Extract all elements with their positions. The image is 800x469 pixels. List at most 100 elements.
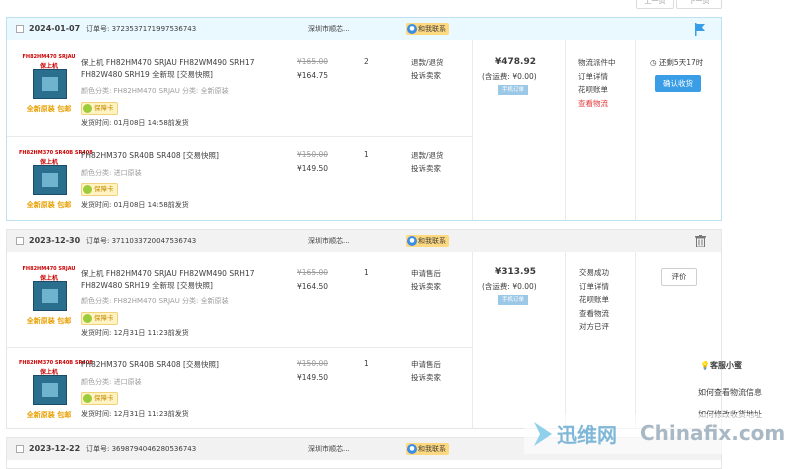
product-image[interactable]: FH82HM470 SRJAU 保上机 全新原装 包邮: [19, 54, 79, 116]
faq-link[interactable]: 如何查看物流信息: [698, 387, 762, 398]
original-price: ¥165.00: [297, 57, 329, 66]
order-status: 交易成功 订单详情 花呗账单 查看物流 对方已评: [579, 266, 609, 334]
complain-link[interactable]: 投诉卖家: [411, 371, 441, 384]
product-spec: 颜色分类: FH82HM470 SRJAU 分类: 全新原装: [81, 297, 229, 305]
order-status: 物流派件中 订单详情 花呗账单 查看物流: [578, 56, 616, 110]
quantity: 1: [364, 359, 369, 368]
clock-icon: ◷: [650, 58, 657, 67]
next-page-button[interactable]: 下一页: [676, 0, 722, 9]
huabei-bill-link[interactable]: 花呗账单: [578, 83, 616, 97]
order-checkbox[interactable]: [16, 25, 24, 33]
order-number: 订单号: 3698794046280536743: [86, 445, 197, 453]
shop-name-link[interactable]: 深圳市顺芯...: [308, 438, 350, 460]
customer-service-button[interactable]: 💡客服小蜜: [700, 360, 742, 371]
refund-link[interactable]: 退款/退货: [411, 149, 444, 162]
unit-price: ¥149.50: [297, 164, 329, 173]
unit-price: ¥164.75: [297, 71, 329, 80]
chat-icon: ●: [407, 236, 417, 246]
item-actions: 申请售后 投诉卖家: [411, 267, 441, 293]
product-spec: 颜色分类: 进口原装: [81, 169, 142, 177]
seller-reviewed-text: 对方已评: [579, 322, 609, 331]
prev-page-button[interactable]: 上一页: [636, 0, 674, 9]
divider: [565, 252, 566, 428]
order-detail-link[interactable]: 订单详情: [579, 280, 609, 294]
after-sale-link[interactable]: 申请售后: [411, 358, 441, 371]
order-detail-link[interactable]: 订单详情: [578, 70, 616, 84]
mobile-order-tag: 手机订单: [498, 85, 528, 95]
contact-seller-button[interactable]: ● 和我联系: [406, 235, 449, 247]
refund-link[interactable]: 退款/退货: [411, 56, 444, 69]
order-card: 2023-12-30 订单号: 3711033720047536743 深圳市顺…: [6, 229, 722, 429]
product-image[interactable]: FH82HM470 SRJAU 保上机 全新原装 包邮: [19, 266, 79, 328]
guarantee-icon: [83, 185, 92, 194]
shop-name-link[interactable]: 深圳市顺芯...: [308, 230, 350, 252]
complain-link[interactable]: 投诉卖家: [411, 162, 444, 175]
item-actions: 退款/退货 投诉卖家: [411, 149, 444, 175]
status-text: 交易成功: [579, 268, 609, 277]
item-actions: 退款/退货 投诉卖家: [411, 56, 444, 82]
view-logistics-link[interactable]: 查看物流: [578, 97, 616, 111]
quantity: 2: [364, 57, 369, 66]
huabei-bill-link[interactable]: 花呗账单: [579, 293, 609, 307]
guarantee-badge[interactable]: 保障卡: [81, 392, 118, 405]
divider: [635, 252, 636, 428]
unit-price: ¥149.50: [297, 373, 329, 382]
trash-icon[interactable]: [695, 235, 706, 247]
product-title-link[interactable]: 保上机 FH82HM470 SRJAU FH82WM490 SRH17 FH82…: [81, 57, 286, 81]
watermark-logo-icon: [534, 422, 552, 446]
divider: [7, 347, 472, 348]
product-image[interactable]: FH82HM370 SR40B SR408 保上机 全新原装 包邮: [19, 360, 93, 422]
after-sale-link[interactable]: 申请售后: [411, 267, 441, 280]
order-total: ¥478.92: [495, 57, 536, 67]
order-number: 订单号: 3723537171997536743: [86, 25, 197, 33]
original-price: ¥165.00: [297, 268, 329, 277]
ship-time: 发货时间: 01月08日 14:58前发货: [81, 201, 189, 209]
order-total: ¥313.95: [495, 267, 536, 277]
contact-seller-button[interactable]: ● 和我联系: [406, 23, 449, 35]
order-date: 2023-12-30: [29, 236, 81, 245]
chip-icon: [33, 375, 67, 405]
shop-name-link[interactable]: 深圳市顺芯...: [308, 18, 350, 40]
guarantee-badge[interactable]: 保障卡: [81, 183, 118, 196]
product-title-link[interactable]: FH82HM370 SR40B SR408 [交易快照]: [81, 150, 286, 162]
product-title-link[interactable]: 保上机 FH82HM470 SRJAU FH82WM490 SRH17 FH82…: [81, 268, 286, 292]
product-image[interactable]: FH82HM370 SR40B SR408 保上机 全新原装 包邮: [19, 150, 93, 212]
product-title-link[interactable]: FH82HM370 SR40B SR408 [交易快照]: [81, 359, 286, 371]
watermark-text: Chinafix.com: [640, 421, 786, 445]
chat-icon: ●: [407, 24, 417, 34]
item-actions: 申请售后 投诉卖家: [411, 358, 441, 384]
confirm-receipt-button[interactable]: 确认收货: [655, 75, 701, 92]
flag-icon[interactable]: [694, 23, 706, 36]
order-date: 2024-01-07: [29, 24, 81, 33]
order-checkbox[interactable]: [16, 237, 24, 245]
order-header: 2023-12-30 订单号: 3711033720047536743 深圳市顺…: [7, 230, 721, 252]
unit-price: ¥164.50: [297, 282, 329, 291]
complain-link[interactable]: 投诉卖家: [411, 280, 441, 293]
status-text: 物流派件中: [578, 58, 616, 67]
mobile-order-tag: 手机订单: [498, 295, 528, 305]
ship-time: 发货时间: 12月31日 11:23前发货: [81, 410, 189, 418]
divider: [472, 40, 473, 220]
chat-icon: ●: [407, 444, 417, 454]
divider: [7, 136, 472, 137]
review-button[interactable]: 评价: [661, 268, 697, 286]
order-date: 2023-12-22: [29, 444, 81, 453]
guarantee-icon: [83, 314, 92, 323]
chip-icon: [33, 69, 67, 99]
complain-link[interactable]: 投诉卖家: [411, 69, 444, 82]
divider: [565, 40, 566, 220]
product-spec: 颜色分类: 进口原装: [81, 378, 142, 386]
view-logistics-link[interactable]: 查看物流: [579, 307, 609, 321]
watermark: 迅维网 Chinafix.com: [524, 414, 800, 454]
quantity: 1: [364, 268, 369, 277]
countdown: ◷ 还剩5天17时: [650, 58, 704, 67]
order-checkbox[interactable]: [16, 445, 24, 453]
watermark-text: 迅维网: [557, 423, 617, 447]
order-number: 订单号: 3711033720047536743: [86, 237, 197, 245]
guarantee-badge[interactable]: 保障卡: [81, 102, 118, 115]
order-card: 2024-01-07 订单号: 3723537171997536743 深圳市顺…: [6, 17, 722, 221]
contact-seller-button[interactable]: ● 和我联系: [406, 443, 449, 455]
guarantee-badge[interactable]: 保障卡: [81, 312, 118, 325]
chip-icon: [33, 165, 67, 195]
original-price: ¥150.00: [297, 150, 329, 159]
